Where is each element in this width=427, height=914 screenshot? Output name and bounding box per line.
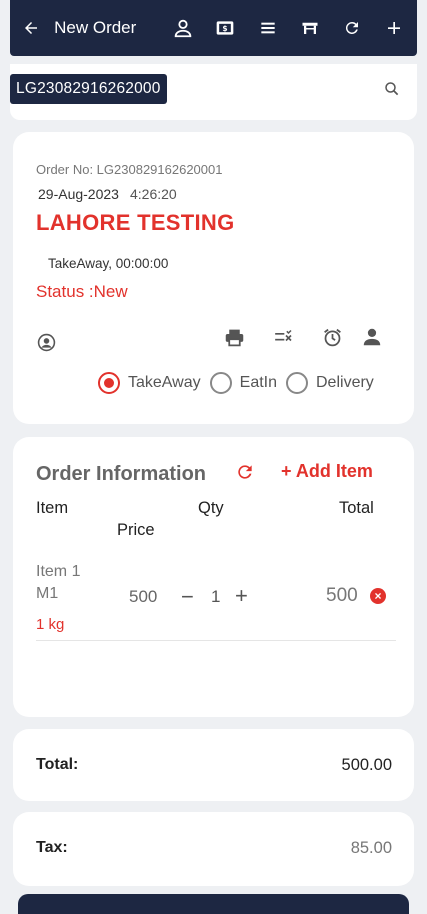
radio-unselected-icon[interactable] (209, 372, 232, 394)
order-code-badge[interactable]: LG23082916262000 (10, 74, 167, 104)
svg-text:$: $ (223, 24, 228, 33)
order-date: 29-Aug-2023 (38, 186, 119, 202)
refresh-icon[interactable] (341, 16, 363, 40)
section-title: Order Information (36, 463, 207, 485)
order-type-time: TakeAway, 00:00:00 (48, 256, 169, 271)
column-header-price: Price (117, 521, 155, 539)
total-card: Total: 500.00 (13, 729, 414, 801)
total-value: 500.00 (341, 756, 392, 774)
decrease-qty-button[interactable]: − (181, 584, 194, 610)
column-header-item: Item (36, 499, 69, 517)
item-total: 500 (326, 585, 358, 606)
back-arrow-icon[interactable] (20, 16, 42, 40)
menu-icon[interactable] (257, 16, 279, 40)
plus-icon[interactable] (383, 16, 405, 40)
customer-name: LAHORE TESTING (36, 210, 235, 235)
printer-icon[interactable] (224, 327, 245, 353)
item-unit: 1 kg (36, 616, 65, 633)
order-status: Status :New (36, 282, 128, 301)
radio-selected-icon[interactable] (98, 372, 120, 394)
table-icon[interactable] (299, 16, 321, 40)
radio-takeaway[interactable]: TakeAway (98, 372, 201, 394)
refresh-icon[interactable] (235, 462, 255, 487)
person-icon[interactable] (172, 16, 194, 40)
page-title: New Order (54, 18, 137, 37)
column-header-qty: Qty (198, 499, 224, 517)
bottom-action-bar[interactable] (18, 894, 409, 914)
total-label: Total: (36, 756, 79, 773)
top-app-bar: New Order $ (10, 0, 417, 56)
tax-card: Tax: 85.00 (13, 812, 414, 886)
item-qty: 1 (211, 587, 221, 606)
tax-value: 85.00 (350, 839, 392, 857)
divider (36, 640, 396, 641)
radio-delivery[interactable]: Delivery (286, 372, 374, 394)
order-information-card: Order Information + Add Item Item Price … (13, 437, 414, 717)
tax-label: Tax: (36, 839, 68, 856)
add-item-button[interactable]: + Add Item (281, 461, 373, 482)
item-name: Item 1 M1 (36, 561, 80, 605)
column-header-total: Total (339, 499, 374, 517)
increase-qty-button[interactable]: + (235, 583, 248, 609)
radio-unselected-icon[interactable] (286, 372, 308, 394)
item-price: 500 (129, 587, 158, 606)
order-details-card: Order No: LG230829162620001 29-Aug-2023 … (13, 132, 414, 424)
order-number: Order No: LG230829162620001 (36, 162, 223, 177)
search-bar: LG23082916262000 (10, 64, 417, 120)
cash-icon[interactable]: $ (214, 16, 236, 40)
search-icon[interactable] (383, 80, 403, 100)
item-name-line2: M1 (36, 585, 59, 602)
person-icon[interactable] (361, 326, 383, 353)
radio-eatin[interactable]: EatIn (209, 372, 277, 394)
remove-item-icon[interactable]: × (370, 588, 386, 604)
radio-delivery-label: Delivery (316, 374, 374, 391)
item-name-line1: Item 1 (36, 563, 81, 580)
radio-eatin-label: EatIn (239, 374, 277, 391)
order-time: 4:26:20 (130, 186, 177, 202)
alarm-icon[interactable] (322, 327, 343, 353)
checklist-cancel-icon[interactable] (273, 328, 294, 353)
radio-takeaway-label: TakeAway (128, 374, 201, 391)
order-type-radio-group: TakeAway EatIn Delivery (98, 372, 383, 394)
account-circle-icon[interactable] (37, 333, 56, 357)
